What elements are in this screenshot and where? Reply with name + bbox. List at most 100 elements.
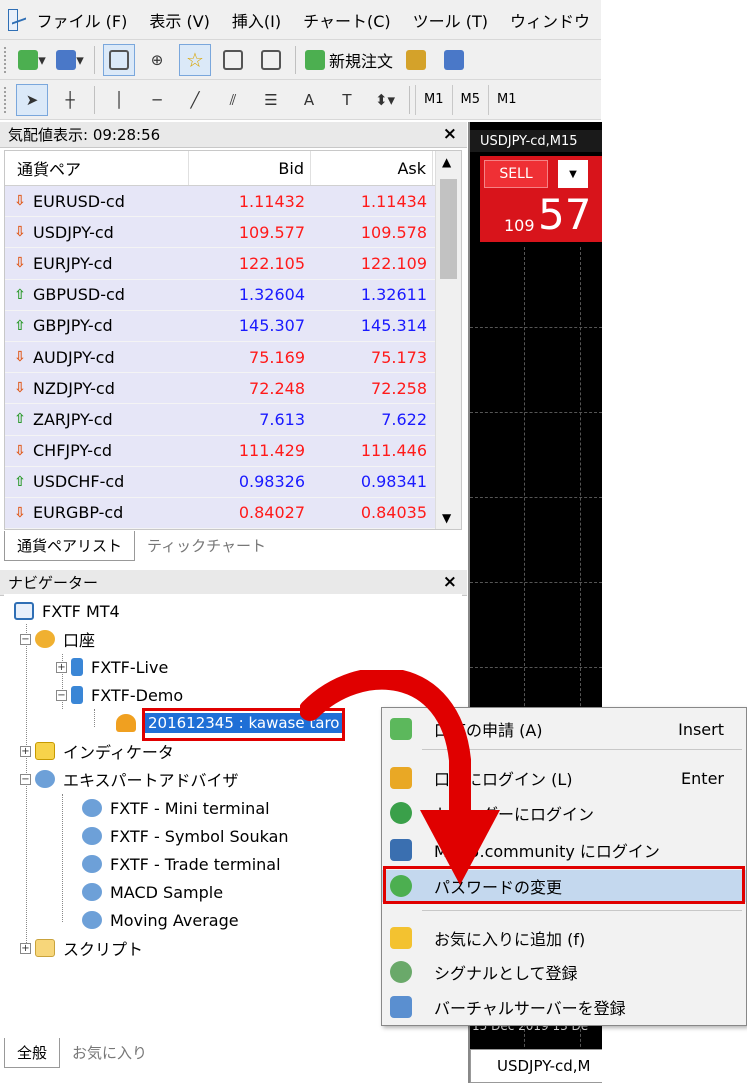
table-row[interactable]: ⇩ EURJPY-cd 122.105 122.109 (5, 248, 461, 280)
menu-open-account[interactable]: 口座の申請 (A) Insert (382, 714, 746, 744)
toolbar-grip[interactable] (4, 46, 7, 73)
table-row[interactable]: ⇩ EURUSD-cd 1.11432 1.11434 (5, 186, 461, 218)
menu-login-trader[interactable]: トレーダーにログイン (382, 798, 746, 828)
tab-tick-chart[interactable]: ティックチャート (135, 531, 278, 561)
tree-account-demo[interactable]: − FXTF-Demo (56, 682, 183, 708)
expand-icon[interactable]: + (20, 745, 31, 757)
tree-experts[interactable]: − エキスパートアドバイザ (20, 766, 239, 792)
symbol-label: CHFJPY-cd (33, 441, 113, 461)
table-row[interactable]: ⇧ GBPUSD-cd 1.32604 1.32611 (5, 279, 461, 311)
terminal-button[interactable] (217, 44, 249, 76)
table-row[interactable]: ⇩ NZDJPY-cd 72.248 72.258 (5, 373, 461, 405)
table-row[interactable]: ⇩ AUDJPY-cd 75.169 75.173 (5, 341, 461, 374)
collapse-icon[interactable]: − (20, 633, 31, 645)
crosshair-icon: ┼ (65, 90, 75, 109)
arrows-icon: ⬍▾ (374, 90, 396, 109)
arrow-up-icon: ⇧ (14, 473, 26, 490)
timeframe-m5[interactable]: M5 (451, 84, 489, 115)
menu-window[interactable]: ウィンドウ (499, 8, 601, 32)
accounts-icon (35, 630, 55, 648)
menu-bar: ファイル (F) 表示 (V) 挿入(I) チャート(C) ツール (T) ウィ… (0, 0, 601, 40)
menu-insert[interactable]: 挿入(I) (221, 8, 292, 32)
scroll-down-icon[interactable]: ▼ (442, 511, 451, 525)
data-window-button[interactable]: ⊕ (141, 44, 173, 76)
vertical-line-tool[interactable]: │ (103, 84, 135, 116)
bid-column-header[interactable]: Bid (189, 151, 311, 185)
ask-cell: 72.258 (371, 378, 427, 398)
arrows-tool[interactable]: ⬍▾ (369, 84, 401, 116)
menu-view[interactable]: 表示 (V) (138, 8, 221, 32)
menu-register-vps[interactable]: バーチャルサーバーを登録 (382, 992, 746, 1022)
sell-price-small: 109 (504, 216, 535, 235)
menu-tools[interactable]: ツール (T) (402, 8, 499, 32)
tree-scripts[interactable]: + スクリプト (20, 935, 143, 961)
profiles-button[interactable]: ▾ (54, 44, 86, 76)
tester-button[interactable] (255, 44, 287, 76)
tab-symbols[interactable]: 通貨ペアリスト (4, 531, 136, 561)
ask-column-header[interactable]: Ask (311, 151, 433, 185)
table-row[interactable]: ⇩ EURGBP-cd 0.84027 0.84035 (5, 497, 461, 530)
terminal-icon (223, 49, 243, 70)
signals-button[interactable] (438, 44, 470, 76)
tree-terminal-root[interactable]: FXTF MT4 (14, 598, 120, 624)
autotrading-button[interactable] (400, 44, 432, 76)
expand-icon[interactable]: + (20, 942, 31, 954)
table-row[interactable]: ⇩ USDJPY-cd 109.577 109.578 (5, 217, 461, 249)
market-watch-scrollbar[interactable]: ▲ ▼ (435, 151, 461, 529)
table-row[interactable]: ⇩ CHFJPY-cd 111.429 111.446 (5, 435, 461, 467)
navigator-button[interactable]: ☆ (179, 43, 211, 76)
scroll-up-icon[interactable]: ▲ (442, 155, 451, 169)
scroll-thumb[interactable] (440, 179, 457, 279)
close-icon[interactable]: × (443, 124, 457, 144)
symbol-cell: ⇩ AUDJPY-cd (5, 342, 189, 372)
crosshair-tool[interactable]: ┼ (54, 84, 86, 116)
chevron-down-icon[interactable]: ▼ (558, 160, 588, 188)
menu-login-account[interactable]: 口座にログイン (L) Enter (382, 763, 746, 793)
highlight-menu-box (383, 866, 745, 904)
menu-register-signal[interactable]: シグナルとして登録 (382, 957, 746, 987)
table-row[interactable]: ⇧ USDCHF-cd 0.98326 0.98341 (5, 466, 461, 498)
collapse-icon[interactable]: − (20, 773, 31, 785)
tree-indicators[interactable]: + インディケータ (20, 738, 174, 764)
one-click-sell-panel[interactable]: SELL ▼ 109 57 (480, 156, 602, 242)
mql5-icon (390, 839, 412, 861)
symbol-label: AUDJPY-cd (33, 347, 115, 367)
new-order-button[interactable]: 新規注文 (301, 48, 397, 72)
equidistant-channel-tool[interactable]: ⫽ (217, 84, 249, 116)
tree-expert-item[interactable]: MACD Sample (82, 879, 223, 905)
trendline-tool[interactable]: ╱ (179, 84, 211, 116)
new-chart-button[interactable]: ▾ (16, 44, 48, 76)
tree-account-live[interactable]: + FXTF-Live (56, 654, 168, 680)
tab-favorites[interactable]: お気に入り (60, 1038, 159, 1068)
tree-expert-item[interactable]: Moving Average (82, 907, 239, 933)
tree-expert-item[interactable]: FXTF - Trade terminal (82, 851, 281, 877)
fibonacci-tool[interactable]: ☰ (255, 84, 287, 116)
sell-button[interactable]: SELL (484, 160, 548, 188)
close-icon[interactable]: × (443, 572, 457, 592)
market-watch-button[interactable] (103, 43, 135, 76)
tab-common[interactable]: 全般 (4, 1038, 61, 1068)
symbol-label: GBPUSD-cd (33, 285, 125, 305)
tree-expert-item[interactable]: FXTF - Symbol Soukan (82, 823, 289, 849)
menu-file[interactable]: ファイル (F) (26, 8, 139, 32)
tree-accounts[interactable]: − 口座 (20, 626, 95, 652)
horizontal-line-tool[interactable]: ─ (141, 84, 173, 116)
text-label-tool[interactable]: T (331, 84, 363, 116)
menu-login-mql5[interactable]: MQL5.community にログイン (382, 835, 746, 865)
vertical-line-icon: │ (114, 90, 124, 109)
timeframe-m1[interactable]: M1 (415, 84, 452, 115)
toolbar-grip[interactable] (4, 86, 7, 113)
ask-cell: 109.578 (360, 222, 427, 242)
symbol-column-header[interactable]: 通貨ペア (5, 151, 189, 185)
expand-icon[interactable]: + (56, 661, 67, 673)
tree-expert-item[interactable]: FXTF - Mini terminal (82, 795, 270, 821)
timeframe-m15[interactable]: M1 (488, 84, 525, 115)
collapse-icon[interactable]: − (56, 689, 67, 701)
cursor-tool[interactable]: ➤ (16, 83, 48, 116)
chart-tab[interactable]: USDJPY-cd,M (470, 1049, 602, 1083)
table-row[interactable]: ⇧ GBPJPY-cd 145.307 145.314 (5, 310, 461, 342)
menu-add-favorites[interactable]: お気に入りに追加 (f) (382, 923, 746, 953)
table-row[interactable]: ⇧ ZARJPY-cd 7.613 7.622 (5, 404, 461, 436)
text-tool[interactable]: A (293, 84, 325, 116)
menu-chart[interactable]: チャート(C) (292, 8, 402, 32)
